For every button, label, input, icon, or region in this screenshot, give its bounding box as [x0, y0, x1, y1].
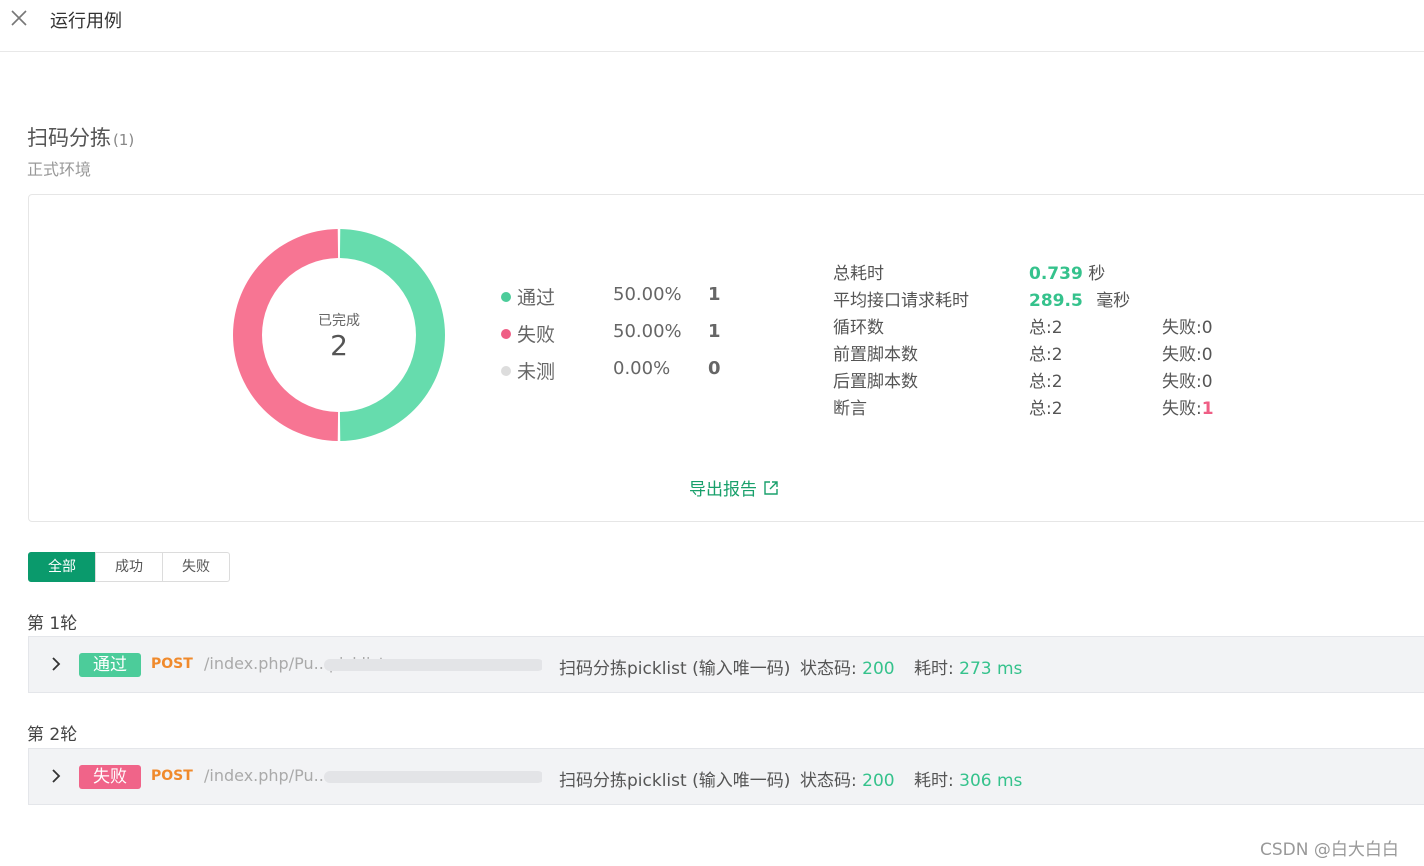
loop-count-fail: 失败:0	[1162, 313, 1213, 338]
request-url-text: /index.php/Pu...	[204, 766, 329, 785]
post-script-fail: 失败:0	[1162, 367, 1213, 392]
avg-time-label: 平均接口请求耗时	[833, 291, 969, 311]
untested-dot-icon	[501, 366, 511, 376]
url-redaction	[324, 659, 542, 671]
status-code-label: 状态码:	[800, 659, 857, 679]
suite-count: (1)	[113, 131, 135, 149]
status-code-value: 200	[862, 659, 895, 679]
total-time-label: 总耗时	[833, 264, 884, 284]
result-filter-group: 全部 成功 失败	[28, 552, 230, 582]
top-bar: 运行用例	[0, 0, 1424, 52]
donut-value: 2	[330, 329, 348, 362]
pre-script-total: 总:2	[1029, 345, 1063, 365]
elapsed-time-label: 耗时:	[914, 771, 954, 791]
close-icon[interactable]	[8, 7, 30, 29]
watermark: CSDN @白大白白	[1260, 840, 1399, 860]
avg-time-value: 289.5	[1029, 291, 1083, 311]
case-name: 扫码分拣picklist (输入唯一码)	[559, 771, 791, 791]
elapsed-time-label: 耗时:	[914, 659, 954, 679]
fail-prefix: 失败:	[1162, 372, 1202, 392]
filter-all-button[interactable]: 全部	[28, 552, 96, 582]
legend-percent: 0.00%	[613, 358, 671, 379]
http-method: POST	[151, 768, 193, 784]
assertion-total: 总:2	[1029, 399, 1063, 419]
post-script-label: 后置脚本数	[833, 372, 918, 392]
round-label: 第 1轮	[27, 614, 78, 634]
status-badge: 失败	[79, 765, 141, 789]
status-code: 状态码: 200	[800, 654, 895, 679]
request-url: /index.php/Pu...picklist	[204, 654, 542, 676]
legend-count: 0	[708, 358, 721, 379]
legend-percent: 50.00%	[613, 321, 682, 342]
pass-dot-icon	[501, 292, 511, 302]
fail-value: 0	[1201, 372, 1213, 392]
total-time: 0.739 秒	[1029, 259, 1105, 284]
case-name: 扫码分拣picklist (输入唯一码)	[559, 659, 791, 679]
chevron-right-icon[interactable]	[49, 655, 63, 673]
fail-prefix: 失败:	[1162, 345, 1202, 365]
summary-card: 已完成 2 通过 50.00% 1 失败 50.00% 1 未测 0.00% 0…	[28, 194, 1424, 522]
suite-title: 扫码分拣 (1)	[27, 122, 134, 152]
round-label: 第 2轮	[27, 725, 78, 745]
legend-name: 通过	[517, 287, 556, 309]
elapsed-time: 耗时: 306 ms	[914, 766, 1022, 791]
run-row[interactable]: 通过 POST /index.php/Pu...picklist 扫码分拣pic…	[28, 636, 1424, 693]
legend-name: 失败	[517, 324, 556, 346]
fail-value: 0	[1201, 318, 1213, 338]
loop-count-total: 总:2	[1029, 318, 1063, 338]
assertion-fail: 失败:1	[1162, 394, 1214, 419]
request-url: /index.php/Pu...	[204, 766, 542, 788]
donut-label: 已完成	[318, 313, 360, 329]
legend-count: 1	[708, 321, 721, 342]
fail-value: 1	[1201, 399, 1214, 419]
legend-percent: 50.00%	[613, 284, 682, 305]
assertion-label: 断言	[833, 399, 867, 419]
status-badge: 通过	[79, 653, 141, 677]
total-time-value: 0.739	[1029, 264, 1083, 284]
fail-prefix: 失败:	[1162, 318, 1202, 338]
chevron-right-icon[interactable]	[49, 767, 63, 785]
external-link-icon	[764, 481, 778, 495]
status-code-value: 200	[862, 771, 895, 791]
pre-script-label: 前置脚本数	[833, 345, 918, 365]
page-title: 运行用例	[50, 11, 122, 32]
fail-value: 0	[1201, 345, 1213, 365]
status-code-label: 状态码:	[800, 771, 857, 791]
elapsed-time: 耗时: 273 ms	[914, 654, 1022, 679]
post-script-total: 总:2	[1029, 372, 1063, 392]
total-time-unit: 秒	[1088, 264, 1106, 284]
fail-prefix: 失败:	[1162, 399, 1202, 419]
legend-count: 1	[708, 284, 721, 305]
elapsed-time-value: 306 ms	[959, 771, 1023, 791]
http-method: POST	[151, 656, 193, 672]
elapsed-time-value: 273 ms	[959, 659, 1023, 679]
avg-time: 289.5 毫秒	[1029, 286, 1130, 311]
filter-fail-button[interactable]: 失败	[162, 552, 230, 582]
export-report-label: 导出报告	[689, 480, 757, 500]
filter-success-button[interactable]: 成功	[95, 552, 163, 582]
avg-time-unit: 毫秒	[1096, 291, 1131, 311]
fail-dot-icon	[501, 329, 511, 339]
loop-count-label: 循环数	[833, 318, 884, 338]
export-report-link[interactable]: 导出报告	[689, 475, 779, 500]
pre-script-fail: 失败:0	[1162, 340, 1213, 365]
environment-label: 正式环境	[27, 160, 92, 179]
legend-name: 未测	[517, 361, 556, 383]
status-code: 状态码: 200	[800, 766, 895, 791]
suite-name: 扫码分拣	[27, 126, 111, 150]
run-row[interactable]: 失败 POST /index.php/Pu... 扫码分拣picklist (输…	[28, 748, 1424, 805]
url-redaction	[324, 771, 542, 783]
